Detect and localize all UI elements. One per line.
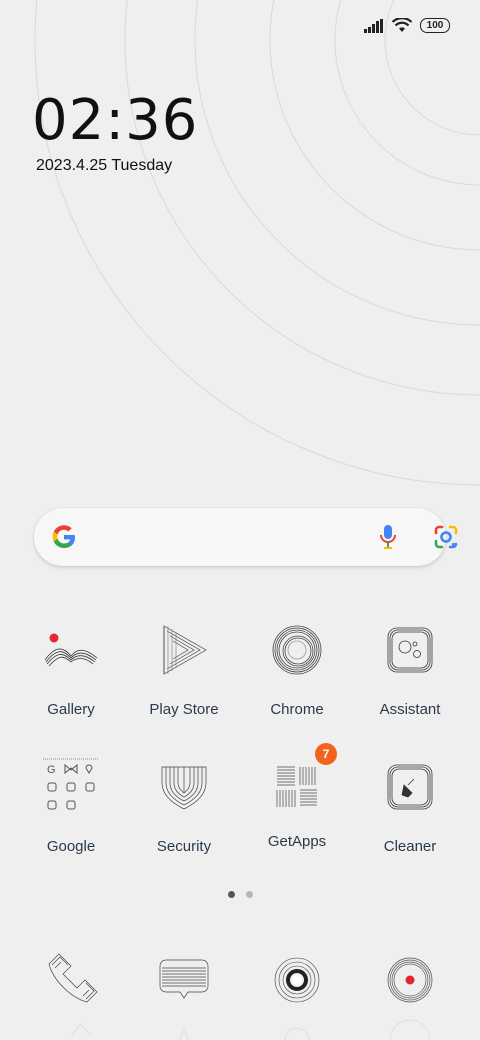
- app-chrome[interactable]: Chrome: [240, 620, 354, 718]
- dock-reflection: [389, 1019, 431, 1040]
- app-security[interactable]: Security: [127, 757, 241, 855]
- phone-icon[interactable]: [41, 950, 101, 1010]
- app-label: Play Store: [149, 701, 219, 718]
- gallery-icon: [44, 633, 98, 667]
- battery-indicator: 100: [420, 18, 450, 33]
- dock-reflection: [284, 1027, 310, 1040]
- app-gallery[interactable]: Gallery: [14, 620, 128, 718]
- page-dot-1[interactable]: [228, 891, 235, 898]
- google-search-bar[interactable]: [34, 508, 458, 566]
- dock-reflection: [70, 1023, 92, 1037]
- messaging-icon[interactable]: [154, 950, 214, 1010]
- app-label: GetApps: [267, 833, 327, 850]
- app-play-store[interactable]: Play Store: [127, 620, 241, 718]
- app-google-folder[interactable]: G Google: [14, 757, 128, 855]
- app-cleaner[interactable]: Cleaner: [353, 757, 467, 855]
- app-label: Cleaner: [383, 838, 437, 855]
- svg-text:G: G: [47, 764, 56, 776]
- wifi-icon: [392, 18, 412, 32]
- notification-badge: 7: [315, 743, 337, 765]
- browser-icon[interactable]: [267, 950, 327, 1010]
- camera-icon[interactable]: [380, 950, 440, 1010]
- clock-date[interactable]: 2023.4.25 Tuesday: [36, 157, 172, 175]
- google-folder-icon: G: [43, 758, 99, 810]
- getapps-icon: [276, 766, 317, 807]
- play-store-icon: [163, 625, 207, 675]
- google-g-icon: [52, 525, 75, 548]
- dock-reflection: [179, 1029, 189, 1040]
- microphone-icon[interactable]: [378, 523, 398, 551]
- app-getapps[interactable]: 7 GetApps: [240, 743, 354, 850]
- app-label: Security: [156, 838, 212, 855]
- page-dot-2[interactable]: [246, 891, 253, 898]
- cleaner-icon: [387, 764, 433, 810]
- page-indicator[interactable]: [228, 891, 253, 898]
- app-label: Assistant: [379, 701, 441, 718]
- google-lens-icon[interactable]: [433, 524, 459, 550]
- app-assistant[interactable]: Assistant: [353, 620, 467, 718]
- app-label: Chrome: [270, 701, 324, 718]
- app-label: Google: [46, 838, 96, 855]
- security-icon: [161, 766, 207, 810]
- app-label: Gallery: [47, 701, 95, 718]
- status-bar: 100: [364, 18, 450, 33]
- assistant-icon: [387, 627, 433, 673]
- signal-bars-icon: [364, 18, 383, 33]
- clock-time[interactable]: 02:36: [32, 88, 198, 153]
- chrome-icon: [272, 625, 322, 675]
